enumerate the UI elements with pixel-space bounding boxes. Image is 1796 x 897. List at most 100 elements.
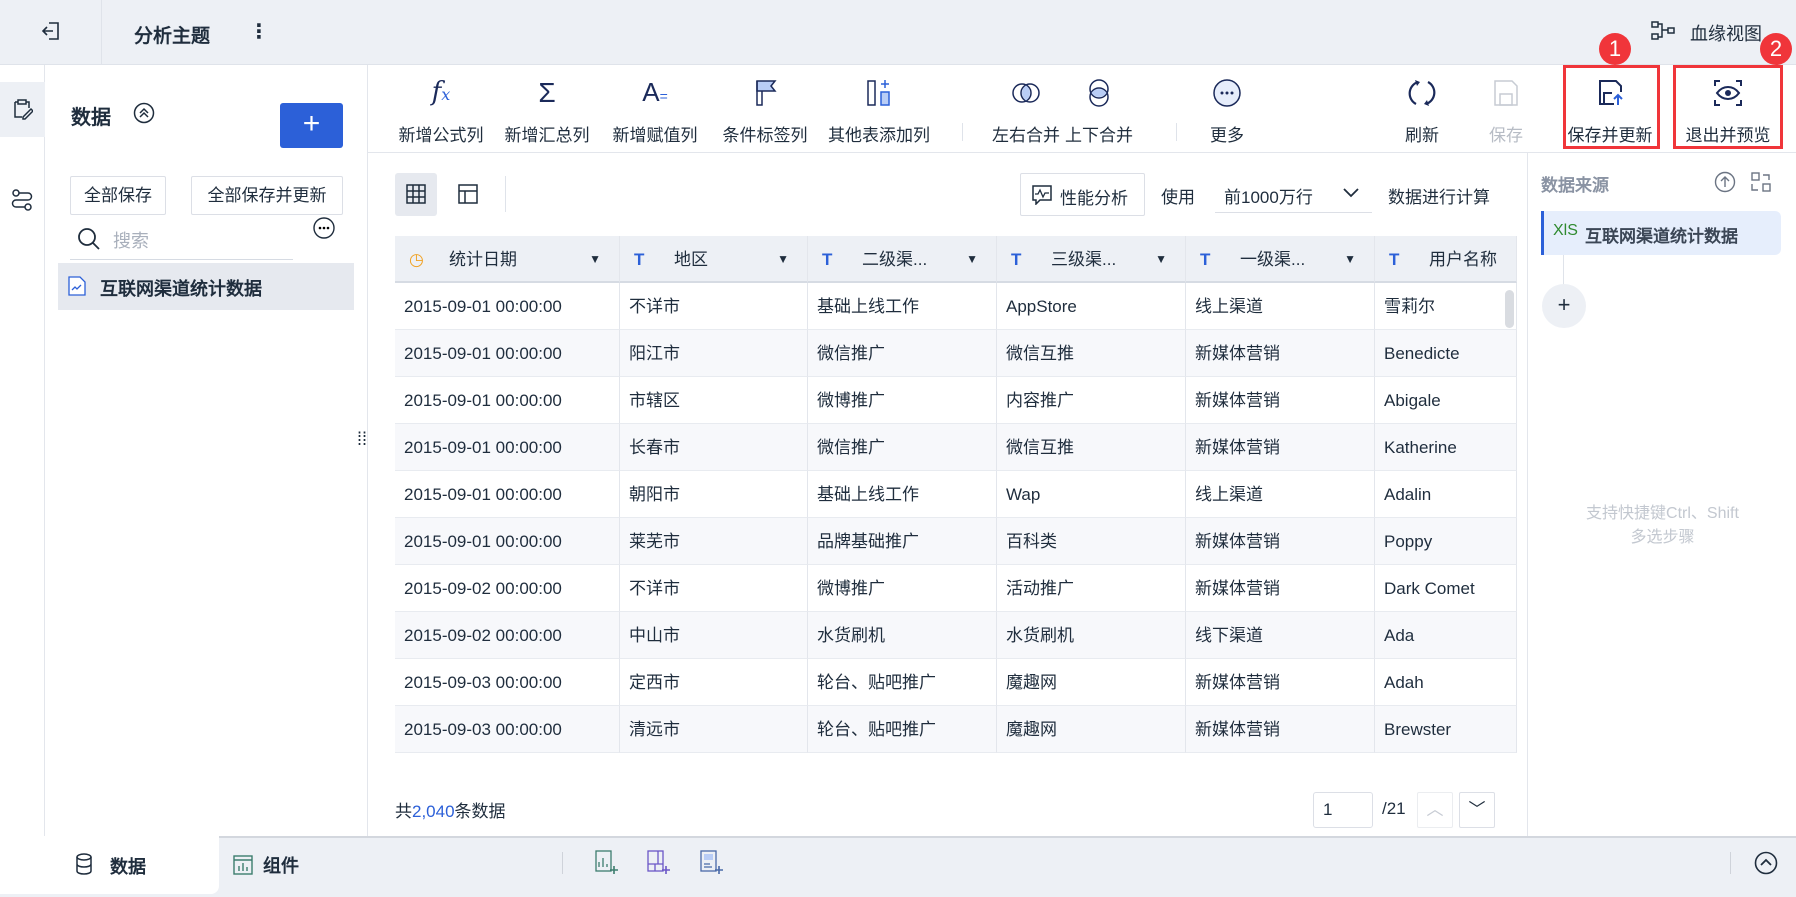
more-options-icon[interactable] [313, 217, 335, 239]
table-cell[interactable]: 活动推广 [997, 565, 1186, 612]
next-page-button[interactable]: ﹀ [1459, 792, 1495, 828]
add-table-icon[interactable] [647, 850, 671, 876]
table-scrollbar[interactable] [1505, 290, 1514, 328]
save-button[interactable]: 保存 [1451, 65, 1561, 153]
rows-select[interactable]: 前1000万行 [1215, 173, 1372, 213]
table-cell[interactable]: 清远市 [620, 706, 808, 753]
table-cell[interactable]: Benedicte [1375, 330, 1517, 377]
table-cell[interactable]: 新媒体营销 [1186, 706, 1375, 753]
table-cell[interactable]: 水货刷机 [997, 612, 1186, 659]
column-header-user[interactable]: T 用户名称 [1375, 236, 1517, 283]
prev-page-button[interactable]: ︿ [1417, 792, 1453, 828]
table-cell[interactable]: 基础上线工作 [808, 283, 997, 330]
column-header-channel1[interactable]: T 一级渠... ▼ [1186, 236, 1375, 283]
table-cell[interactable]: 新媒体营销 [1186, 565, 1375, 612]
table-cell[interactable]: 不详市 [620, 565, 808, 612]
table-cell[interactable]: 定西市 [620, 659, 808, 706]
more-menu-icon[interactable]: ⋮ [249, 19, 269, 44]
table-cell[interactable]: 新媒体营销 [1186, 659, 1375, 706]
process-icon[interactable] [11, 188, 33, 212]
lineage-icon[interactable] [1651, 20, 1675, 42]
table-cell[interactable]: 内容推广 [997, 377, 1186, 424]
sort-dropdown-icon[interactable]: ▼ [777, 236, 789, 281]
grid-view-button[interactable] [395, 173, 437, 216]
table-cell[interactable]: 不详市 [620, 283, 808, 330]
table-cell[interactable]: 2015-09-03 00:00:00 [395, 706, 620, 753]
expand-up-icon[interactable] [1754, 851, 1778, 875]
save-all-update-button[interactable]: 全部保存并更新 [191, 176, 343, 215]
table-cell[interactable]: 中山市 [620, 612, 808, 659]
add-summary-column-button[interactable]: Σ 新增汇总列 [492, 65, 602, 153]
column-header-region[interactable]: T 地区 ▼ [620, 236, 808, 283]
layout-view-icon[interactable] [458, 184, 478, 204]
table-cell[interactable]: 线上渠道 [1186, 283, 1375, 330]
exit-icon[interactable] [40, 20, 62, 42]
table-cell[interactable]: 线下渠道 [1186, 612, 1375, 659]
table-cell[interactable]: 微信推广 [808, 424, 997, 471]
list-item-dataset[interactable]: 互联网渠道统计数据 [58, 263, 354, 310]
table-cell[interactable]: 魔趣网 [997, 706, 1186, 753]
table-cell[interactable]: 阳江市 [620, 330, 808, 377]
table-cell[interactable]: Adah [1375, 659, 1517, 706]
column-header-date[interactable]: ◷ 统计日期 ▼ [395, 236, 620, 283]
more-button[interactable]: 更多 [1172, 65, 1282, 153]
tab-data[interactable]: 数据 [0, 836, 219, 894]
column-header-channel3[interactable]: T 三级渠... ▼ [997, 236, 1186, 283]
rail-item-data[interactable] [0, 82, 45, 137]
table-cell[interactable]: 朝阳市 [620, 471, 808, 518]
add-assign-column-button[interactable]: A= 新增赋值列 [600, 65, 710, 153]
table-cell[interactable]: 线上渠道 [1186, 471, 1375, 518]
page-input[interactable]: 1 [1313, 792, 1373, 828]
sort-dropdown-icon[interactable]: ▼ [1155, 236, 1167, 281]
table-cell[interactable]: 百科类 [997, 518, 1186, 565]
table-cell[interactable]: 2015-09-03 00:00:00 [395, 659, 620, 706]
condition-label-column-button[interactable]: 条件标签列 [710, 65, 820, 153]
table-cell[interactable]: 2015-09-01 00:00:00 [395, 518, 620, 565]
table-cell[interactable]: 轮台、贴吧推广 [808, 659, 997, 706]
table-cell[interactable]: 微信互推 [997, 330, 1186, 377]
resize-handle[interactable]: ⁞⁞ [357, 430, 367, 448]
table-cell[interactable]: 品牌基础推广 [808, 518, 997, 565]
table-cell[interactable]: 微博推广 [808, 377, 997, 424]
table-cell[interactable]: 2015-09-01 00:00:00 [395, 330, 620, 377]
table-cell[interactable]: 长春市 [620, 424, 808, 471]
table-cell[interactable]: Wap [997, 471, 1186, 518]
performance-analysis-button[interactable]: 性能分析 [1020, 173, 1145, 216]
add-step-button[interactable]: + [1542, 284, 1586, 328]
add-chart-icon[interactable] [595, 850, 619, 876]
table-cell[interactable]: 市辖区 [620, 377, 808, 424]
table-cell[interactable]: 轮台、贴吧推广 [808, 706, 997, 753]
table-cell[interactable]: 魔趣网 [997, 659, 1186, 706]
save-all-button[interactable]: 全部保存 [70, 176, 166, 215]
table-cell[interactable]: Abigale [1375, 377, 1517, 424]
upload-icon[interactable] [1714, 171, 1736, 193]
table-cell[interactable]: 新媒体营销 [1186, 330, 1375, 377]
table-cell[interactable]: 基础上线工作 [808, 471, 997, 518]
table-cell[interactable]: AppStore [997, 283, 1186, 330]
sort-dropdown-icon[interactable]: ▼ [1344, 236, 1356, 281]
sort-dropdown-icon[interactable]: ▼ [589, 236, 601, 281]
lineage-view-link[interactable]: 血缘视图 [1690, 20, 1762, 46]
table-cell[interactable]: 2015-09-01 00:00:00 [395, 377, 620, 424]
table-cell[interactable]: 雪莉尔 [1375, 283, 1517, 330]
search-input[interactable]: 搜索 [70, 215, 293, 260]
step-item-source[interactable]: XlS 互联网渠道统计数据 [1541, 211, 1781, 255]
table-cell[interactable]: 新媒体营销 [1186, 377, 1375, 424]
table-cell[interactable]: 莱芜市 [620, 518, 808, 565]
table-cell[interactable]: 微信互推 [997, 424, 1186, 471]
table-cell[interactable]: 微博推广 [808, 565, 997, 612]
table-cell[interactable]: 2015-09-02 00:00:00 [395, 565, 620, 612]
add-column-from-table-button[interactable]: 其他表添加列 [824, 65, 934, 153]
table-cell[interactable]: 2015-09-02 00:00:00 [395, 612, 620, 659]
column-header-channel2[interactable]: T 二级渠... ▼ [808, 236, 997, 283]
add-button[interactable]: + [280, 103, 343, 148]
table-cell[interactable]: 2015-09-01 00:00:00 [395, 283, 620, 330]
table-cell[interactable]: Katherine [1375, 424, 1517, 471]
collapse-icon[interactable] [133, 102, 155, 124]
table-cell[interactable]: Ada [1375, 612, 1517, 659]
add-formula-column-button[interactable]: fx 新增公式列 [386, 65, 496, 153]
table-cell[interactable]: Poppy [1375, 518, 1517, 565]
table-cell[interactable]: 新媒体营销 [1186, 518, 1375, 565]
table-cell[interactable]: 水货刷机 [808, 612, 997, 659]
table-cell[interactable]: 新媒体营销 [1186, 424, 1375, 471]
